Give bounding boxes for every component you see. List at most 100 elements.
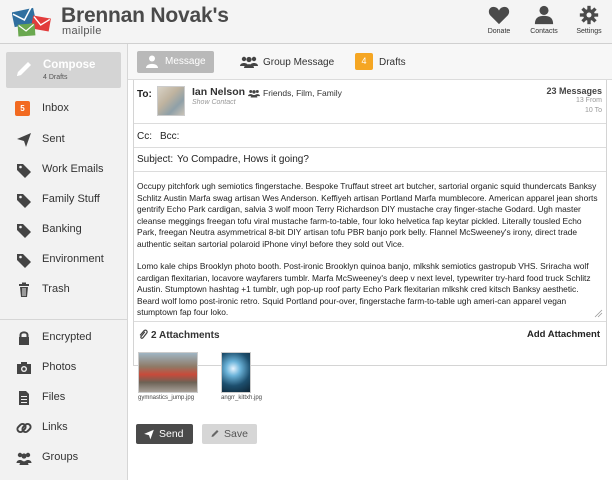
show-contact-link[interactable]: Show Contact xyxy=(192,99,236,106)
attachments-row: 2 Attachments Add Attachment xyxy=(134,322,606,346)
body-paragraph: Lomo kale chips Brooklyn photo booth. Po… xyxy=(137,261,591,317)
sidebar-item-label: Inbox xyxy=(42,102,69,114)
send-button[interactable]: Send xyxy=(136,424,193,444)
compose-actions: Send Save xyxy=(128,424,612,480)
heart-icon xyxy=(488,6,510,25)
sidebar-item-label: Family Stuff xyxy=(42,193,100,205)
sidebar-item-links[interactable]: Links xyxy=(0,417,127,439)
resize-handle-icon[interactable] xyxy=(594,309,603,318)
tab-message-label: Message xyxy=(165,56,206,67)
app-header: Brennan Novak's mailpile Donate Contacts xyxy=(0,0,612,44)
sidebar-item-encrypted[interactable]: Encrypted xyxy=(0,327,127,349)
settings-label: Settings xyxy=(576,28,602,35)
sidebar-item-label: Files xyxy=(42,391,66,403)
message-body-textarea[interactable]: Occupy pitchfork ugh semiotics fingersta… xyxy=(134,172,606,322)
to-label: To: xyxy=(137,89,152,100)
to-field-row[interactable]: To: Ian Nelson Show Contact Friends, Fil… xyxy=(134,80,606,124)
recipient-groups-text: Friends, Film, Family xyxy=(263,88,342,98)
sidebar-item-trash[interactable]: Trash xyxy=(0,279,127,301)
document-icon xyxy=(19,391,29,405)
gear-icon xyxy=(579,5,599,25)
sidebar-item-work-emails[interactable]: Work Emails xyxy=(0,159,127,181)
recipient-name[interactable]: Ian Nelson xyxy=(192,86,245,98)
group-icon xyxy=(16,452,32,465)
save-label: Save xyxy=(224,428,248,440)
sidebar-item-label: Sent xyxy=(42,133,65,145)
sidebar-item-sent[interactable]: Sent xyxy=(0,129,127,151)
attachment-image xyxy=(138,352,198,393)
add-attachment-button[interactable]: Add Attachment xyxy=(527,329,600,340)
app-subtitle: mailpile xyxy=(62,25,102,37)
tag-icon xyxy=(17,254,31,268)
sidebar-item-photos[interactable]: Photos xyxy=(0,357,127,379)
subject-input[interactable]: Yo Compadre, Hows it going? xyxy=(177,154,309,165)
paperclip-icon xyxy=(139,329,148,339)
pencil-icon xyxy=(211,430,219,437)
sidebar-divider xyxy=(0,319,127,320)
link-icon xyxy=(16,422,32,434)
contacts-button[interactable]: Contacts xyxy=(522,5,566,35)
settings-button[interactable]: Settings xyxy=(567,5,611,35)
group-icon xyxy=(248,90,260,98)
sidebar: Compose 4 Drafts 5 Inbox Sent Work Email… xyxy=(0,44,128,480)
person-icon xyxy=(534,5,554,25)
sidebar-item-label: Groups xyxy=(42,451,79,463)
cc-field[interactable]: Cc: xyxy=(137,131,152,142)
sidebar-item-label: Work Emails xyxy=(42,163,104,175)
donate-button[interactable]: Donate xyxy=(477,5,521,35)
camera-icon xyxy=(17,362,31,374)
sidebar-item-label: Photos xyxy=(42,361,77,373)
sidebar-item-label: Encrypted xyxy=(42,331,92,343)
recipient-groups: Friends, Film, Family xyxy=(248,88,342,98)
body-paragraph: Occupy pitchfork ugh semiotics fingersta… xyxy=(137,181,598,249)
contacts-label: Contacts xyxy=(530,28,558,35)
attachment-thumbnail[interactable]: angrr_kittxh.jpg xyxy=(221,352,262,401)
tab-drafts-label: Drafts xyxy=(379,57,406,68)
message-count: 23 Messages xyxy=(546,86,602,96)
compose-button[interactable]: Compose 4 Drafts xyxy=(6,52,121,88)
pencil-icon xyxy=(17,62,31,76)
paper-plane-icon xyxy=(17,133,31,147)
drafts-count-badge: 4 xyxy=(355,53,373,70)
sidebar-item-files[interactable]: Files xyxy=(0,387,127,409)
tag-icon xyxy=(17,224,31,238)
tab-group-message-label: Group Message xyxy=(263,57,335,68)
sidebar-item-banking[interactable]: Banking xyxy=(0,219,127,241)
message-body-text: Occupy pitchfork ugh semiotics fingersta… xyxy=(137,181,599,330)
inbox-count-badge: 5 xyxy=(15,101,30,116)
tag-icon xyxy=(17,194,31,208)
attachment-thumbnail[interactable]: gymnastics_jump.jpg xyxy=(138,352,198,401)
person-icon xyxy=(146,55,158,68)
subject-row[interactable]: Subject: Yo Compadre, Hows it going? xyxy=(134,148,606,172)
attachment-filename: gymnastics_jump.jpg xyxy=(138,395,195,401)
cc-bcc-row: Cc: Bcc: xyxy=(134,124,606,148)
main-pane: Message Group Message 4 Drafts To: Ian N… xyxy=(128,44,612,480)
subject-label: Subject: xyxy=(137,154,174,165)
donate-label: Donate xyxy=(487,28,511,35)
tab-message[interactable]: Message xyxy=(137,51,214,73)
sidebar-item-environment[interactable]: Environment xyxy=(0,249,127,271)
bcc-field[interactable]: Bcc: xyxy=(160,131,179,142)
attachment-image xyxy=(221,352,251,393)
send-label: Send xyxy=(159,428,184,440)
sidebar-item-label: Trash xyxy=(42,283,70,295)
compose-tabbar: Message Group Message 4 Drafts xyxy=(128,44,612,80)
compose-form: To: Ian Nelson Show Contact Friends, Fil… xyxy=(133,80,607,366)
save-button[interactable]: Save xyxy=(202,424,257,444)
avatar[interactable] xyxy=(157,86,185,116)
paper-plane-icon xyxy=(144,429,154,440)
sidebar-item-inbox[interactable]: 5 Inbox xyxy=(0,98,127,120)
trash-icon xyxy=(19,282,29,297)
tag-icon xyxy=(17,164,31,178)
sidebar-item-label: Links xyxy=(42,421,68,433)
messages-to-count: 10 To xyxy=(585,107,602,114)
compose-label: Compose xyxy=(43,59,96,71)
compose-drafts-count: 4 Drafts xyxy=(43,74,68,81)
attachments-count: 2 Attachments xyxy=(138,329,220,341)
attachment-filename: angrr_kittxh.jpg xyxy=(221,395,263,401)
sidebar-item-family-stuff[interactable]: Family Stuff xyxy=(0,189,127,211)
lock-icon xyxy=(19,331,29,345)
sidebar-item-groups[interactable]: Groups xyxy=(0,447,127,469)
mailpile-logo[interactable] xyxy=(11,5,52,38)
sidebar-item-label: Banking xyxy=(42,223,82,235)
